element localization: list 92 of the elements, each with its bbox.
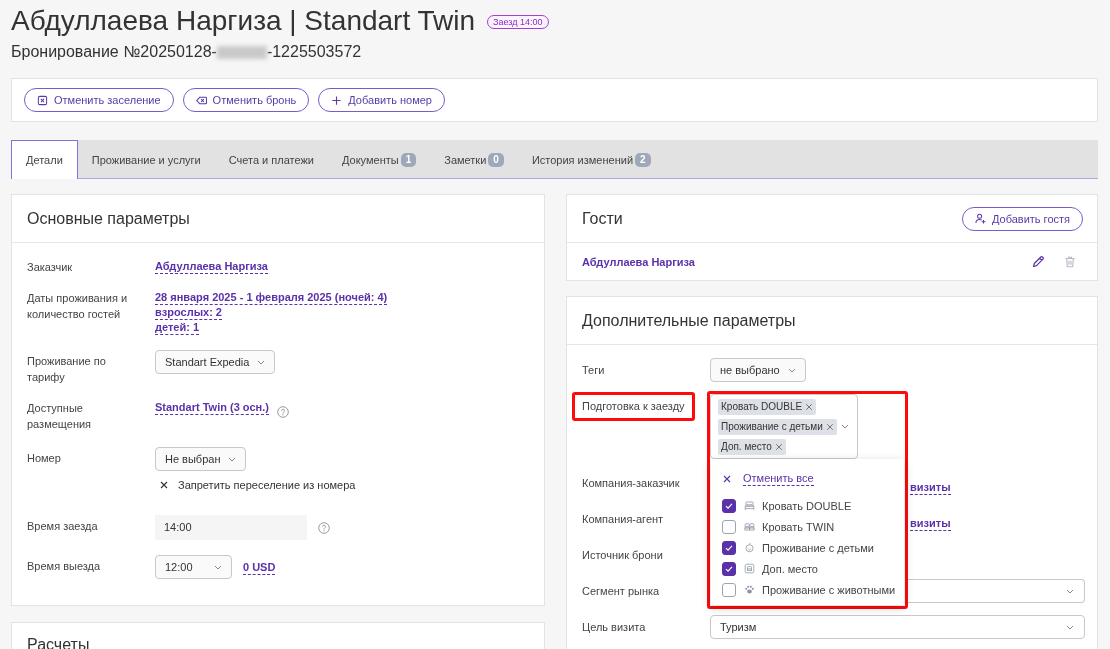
action-button[interactable]: Отменить заселение bbox=[24, 88, 174, 112]
panel-title: Дополнительные параметры bbox=[582, 311, 796, 330]
field-label: Цель визита bbox=[582, 621, 646, 633]
guest-name-link[interactable]: Абдуллаева Наргиза bbox=[582, 255, 695, 268]
remove-icon[interactable] bbox=[805, 402, 814, 411]
selected-chip: Доп. место bbox=[718, 438, 786, 455]
checkbox[interactable] bbox=[722, 519, 736, 534]
twin-beds-icon bbox=[744, 521, 755, 532]
field-label: Даты проживания и количество гостей bbox=[27, 291, 129, 322]
pencil-icon[interactable] bbox=[1031, 254, 1045, 269]
chevron-down-icon bbox=[1066, 588, 1074, 594]
paw-icon bbox=[744, 584, 755, 595]
field-label: Доступные размещения bbox=[27, 401, 93, 432]
value-link[interactable]: 0 USD bbox=[243, 559, 276, 575]
value-link[interactable]: 28 января 2025 - 1 февраля 2025 (ночей: 4) bbox=[155, 290, 388, 305]
option-item[interactable]: Проживание с детьми bbox=[711, 537, 904, 558]
chevron-down-icon bbox=[787, 367, 796, 373]
chevron-down-icon bbox=[257, 359, 266, 365]
value-link[interactable]: взрослых: 2 bbox=[155, 305, 222, 320]
field-label: Компания-агент bbox=[582, 513, 664, 525]
option-item[interactable]: Проживание с животными bbox=[711, 579, 904, 600]
checkbox[interactable] bbox=[722, 498, 736, 513]
booking-number-suffix: -1225503572 bbox=[266, 43, 362, 61]
person-plus-icon bbox=[974, 213, 986, 224]
close-icon bbox=[723, 474, 731, 483]
select-field[interactable]: не выбрано bbox=[710, 358, 806, 382]
square-x-icon bbox=[37, 94, 48, 106]
chevron-down-icon bbox=[841, 424, 849, 429]
help-icon[interactable] bbox=[318, 521, 330, 534]
select-field[interactable] bbox=[908, 579, 1085, 603]
close-icon bbox=[160, 481, 168, 489]
clear-all-link[interactable]: Отменить все bbox=[711, 471, 814, 486]
tab[interactable]: Документы 1 bbox=[328, 140, 431, 178]
select-field[interactable]: Не выбран bbox=[155, 447, 247, 471]
field-label: Время заезда bbox=[27, 519, 99, 534]
value-link[interactable]: визиты bbox=[910, 516, 951, 531]
count-badge: 1 bbox=[400, 152, 417, 167]
option-item[interactable]: Кровать TWIN bbox=[711, 516, 904, 537]
select-field[interactable]: Standart Expedia bbox=[155, 350, 276, 374]
option-toggle[interactable]: Запретить переселение из номера bbox=[155, 478, 356, 492]
selected-chip: Проживание с детьми bbox=[718, 418, 837, 435]
booking-number: Бронирование №20250128- bbox=[11, 43, 217, 61]
multiselect-field[interactable]: Кровать DOUBLE Проживание с детьми Доп. место bbox=[710, 394, 858, 459]
field-label: Время выезда bbox=[27, 559, 102, 574]
field-label: Заказчик bbox=[27, 260, 74, 275]
bed-icon bbox=[744, 500, 755, 511]
plus-icon bbox=[331, 94, 343, 106]
value-link[interactable]: визиты bbox=[910, 480, 951, 495]
field-label: Подготовка к заезду bbox=[582, 400, 685, 412]
booking-title: Абдуллаева Наргиза | Standart Twin bbox=[11, 4, 476, 38]
field-label: Источник брони bbox=[582, 549, 663, 561]
add-guest-button[interactable]: Добавить гостя bbox=[961, 206, 1083, 231]
trash-icon[interactable] bbox=[1063, 254, 1077, 269]
value-link[interactable]: детей: 1 bbox=[155, 320, 200, 335]
field-label: Проживание по тарифу bbox=[27, 354, 107, 385]
action-button[interactable]: Отменить бронь bbox=[182, 88, 310, 112]
field-label: Компания-заказчик bbox=[582, 477, 680, 489]
help-icon[interactable] bbox=[276, 406, 289, 418]
tab[interactable]: Заметки 0 bbox=[430, 140, 518, 178]
remove-icon[interactable] bbox=[825, 422, 834, 431]
checkbox[interactable] bbox=[722, 540, 736, 555]
field-label: Номер bbox=[27, 451, 62, 466]
extra-bed-icon bbox=[744, 563, 755, 574]
tab[interactable]: Детали bbox=[11, 140, 78, 179]
tab[interactable]: Счета и платежи bbox=[214, 140, 328, 178]
checkbox[interactable] bbox=[722, 582, 736, 597]
action-button[interactable]: Добавить номер bbox=[318, 88, 445, 112]
panel-title: Гости bbox=[582, 209, 623, 228]
select-field[interactable]: Туризм bbox=[710, 615, 1085, 639]
remove-icon[interactable] bbox=[774, 442, 783, 451]
panel-title: Основные параметры bbox=[27, 209, 190, 228]
option-item[interactable]: Кровать DOUBLE bbox=[711, 495, 904, 516]
chevron-down-icon bbox=[1066, 624, 1074, 630]
backspace-icon bbox=[195, 94, 207, 106]
count-badge: 0 bbox=[488, 152, 504, 167]
field-label: Теги bbox=[582, 364, 605, 376]
chevron-down-icon bbox=[228, 456, 237, 462]
chevron-down-icon bbox=[214, 564, 222, 570]
select-field[interactable]: 12:00 bbox=[155, 555, 232, 579]
tab[interactable]: История изменений 2 bbox=[517, 140, 665, 178]
checkin-badge: Заезд 14:00 bbox=[487, 15, 549, 29]
checkbox[interactable] bbox=[722, 561, 736, 576]
option-item[interactable]: Доп. место bbox=[711, 558, 904, 579]
tab[interactable]: Проживание и услуги bbox=[77, 140, 215, 178]
baby-face-icon bbox=[744, 542, 755, 553]
value-link[interactable]: Абдуллаева Наргиза bbox=[155, 259, 268, 274]
count-badge: 2 bbox=[635, 152, 651, 167]
selected-chip: Кровать DOUBLE bbox=[718, 398, 817, 415]
blurred-redaction bbox=[216, 45, 267, 59]
value-link[interactable]: Standart Twin (3 осн.) bbox=[155, 400, 269, 415]
time-input[interactable]: 14:00 bbox=[155, 515, 307, 540]
field-label: Сегмент рынка bbox=[582, 585, 660, 597]
